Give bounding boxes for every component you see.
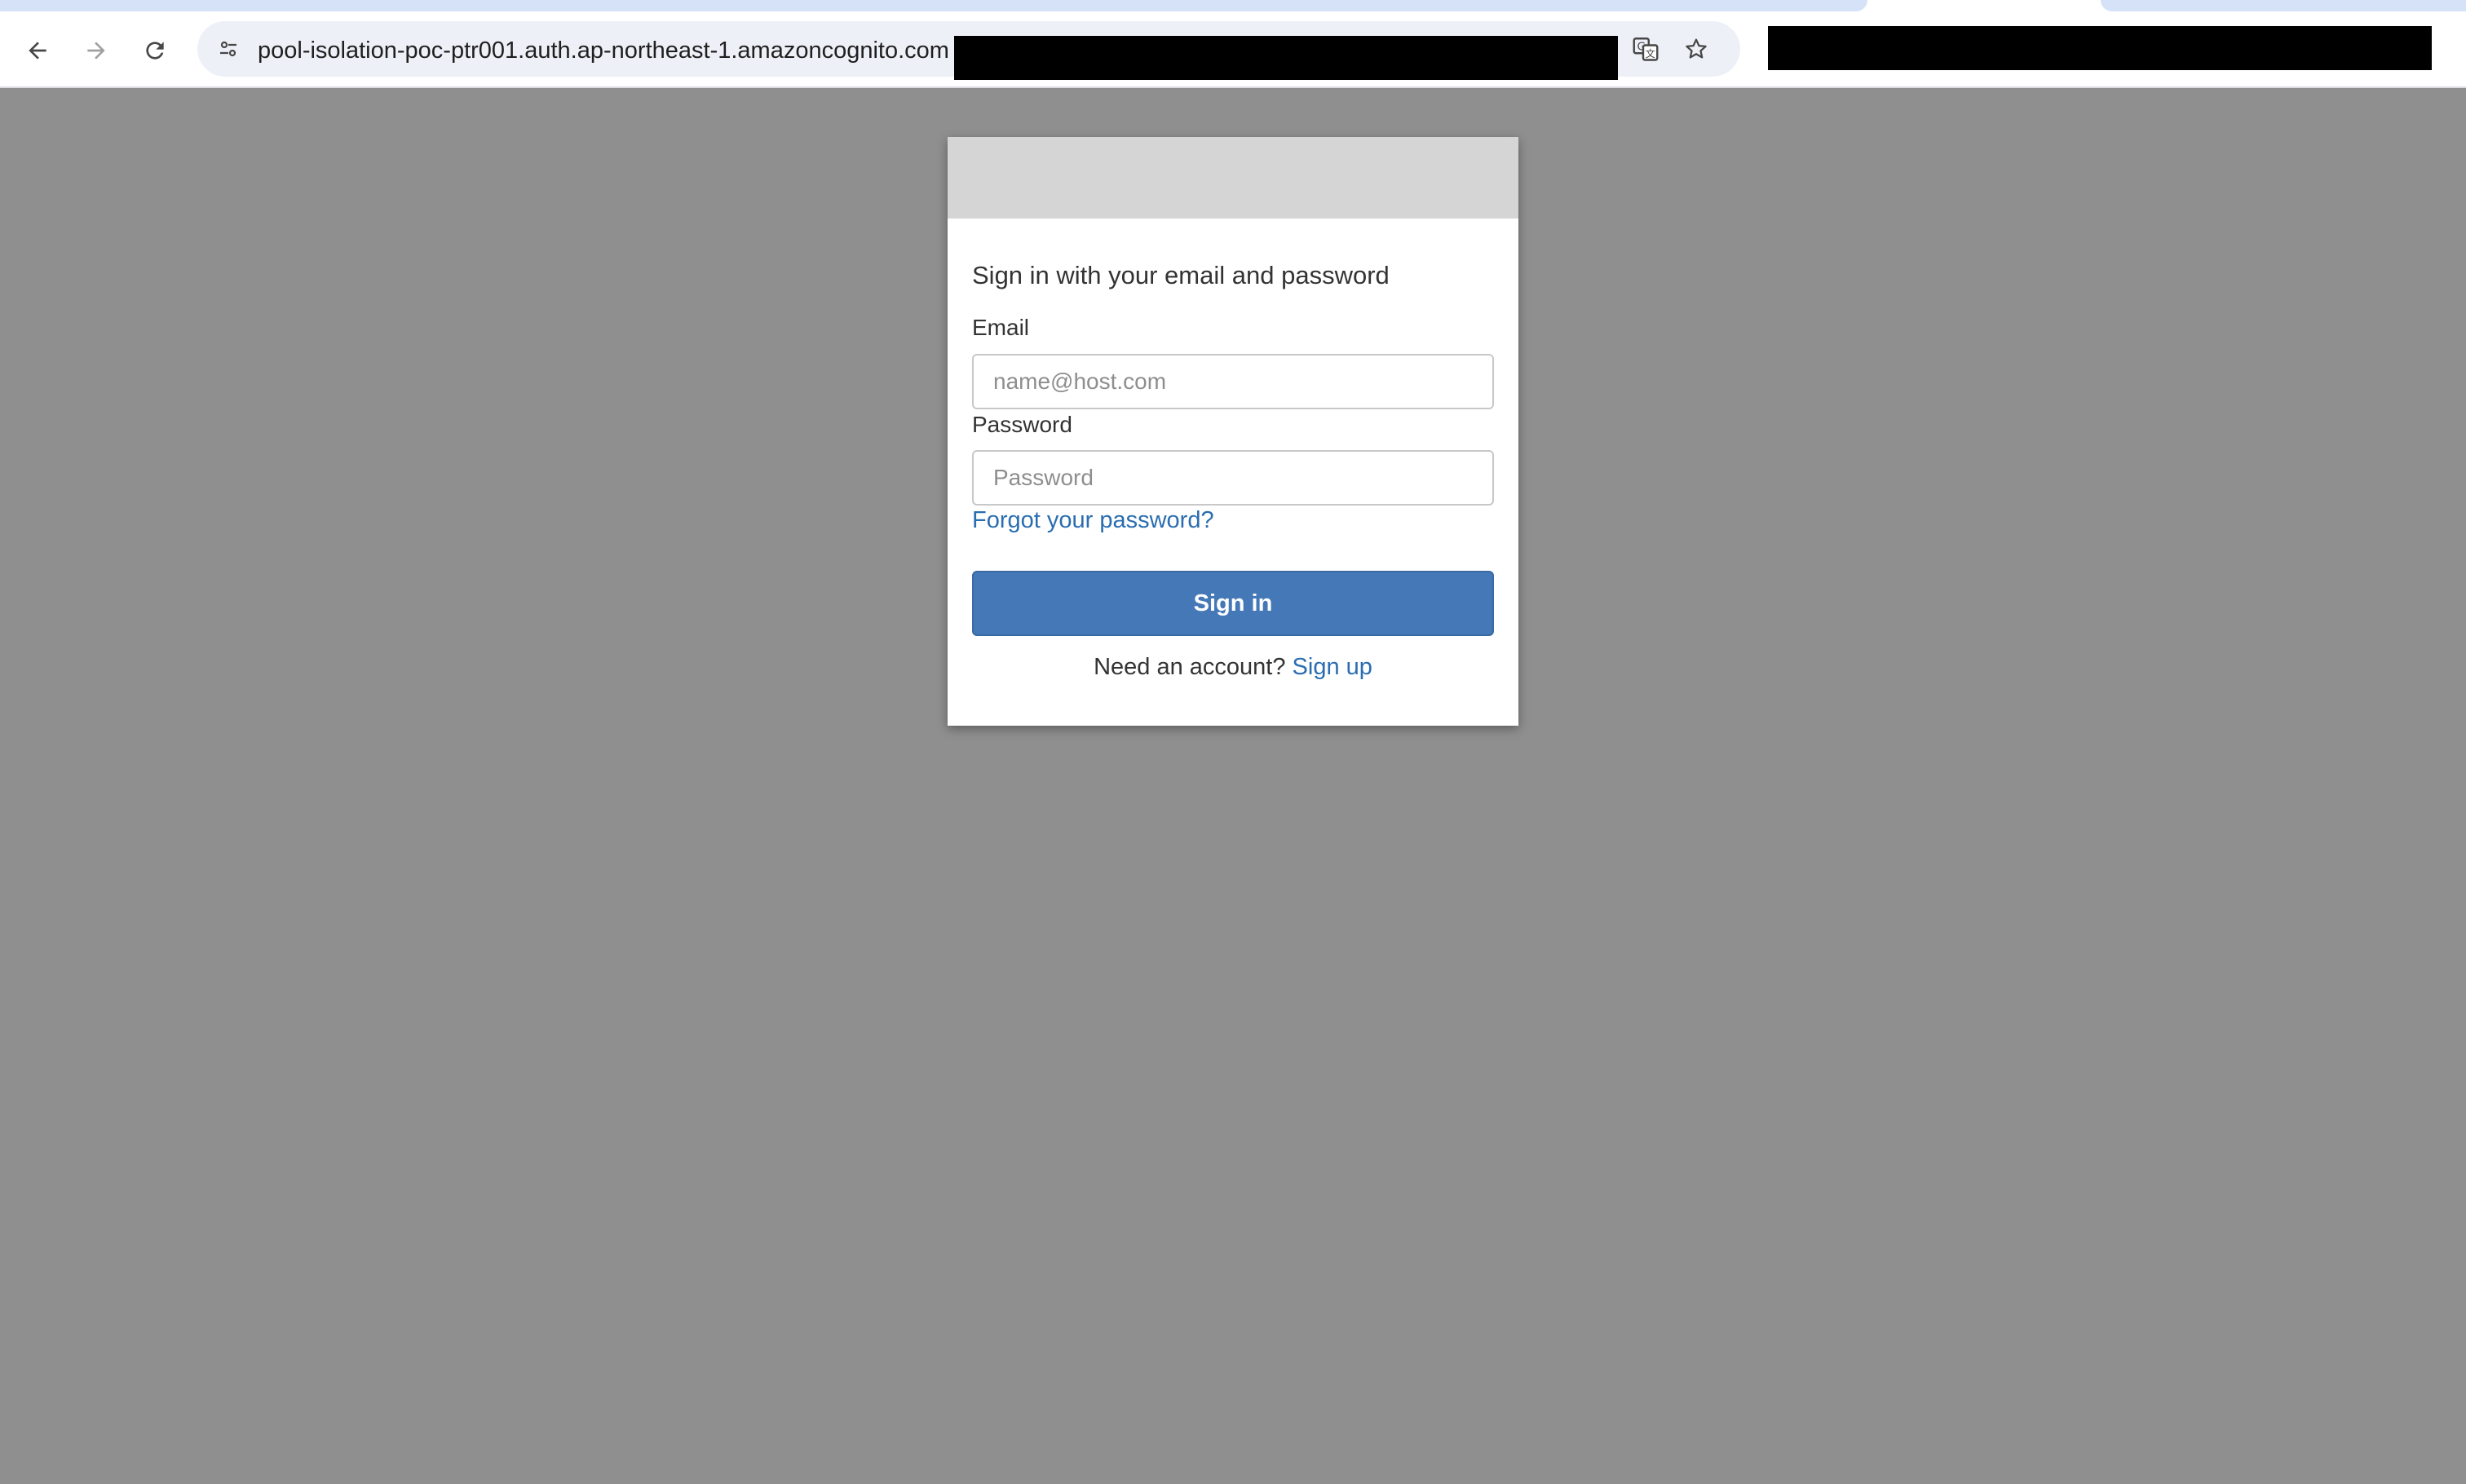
redacted-toolbar-block (1768, 26, 2432, 70)
tune-icon (220, 41, 236, 57)
translate-button[interactable]: G 文 (1629, 33, 1662, 65)
signup-row: Need an account? Sign up (972, 654, 1494, 681)
bookmark-button[interactable] (1680, 33, 1712, 65)
forgot-password-link[interactable]: Forgot your password? (972, 507, 1214, 534)
tab-strip (0, 0, 2466, 11)
address-bar[interactable]: pool-isolation-poc-ptr001.auth.ap-northe… (197, 21, 1740, 80)
arrow-left-icon (29, 42, 46, 60)
redacted-url-block (954, 36, 1618, 80)
browser-toolbar: pool-isolation-poc-ptr001.auth.ap-northe… (0, 11, 2466, 88)
password-input[interactable] (972, 450, 1494, 506)
arrow-right-icon (87, 42, 105, 60)
sign-up-link[interactable]: Sign up (1293, 654, 1372, 680)
reload-button[interactable] (137, 33, 173, 68)
card-banner (948, 137, 1518, 219)
signup-prompt: Need an account? (1094, 654, 1286, 680)
email-input[interactable] (972, 354, 1494, 409)
inactive-tab-right[interactable] (2101, 0, 2466, 11)
inactive-tab-left[interactable] (0, 0, 1867, 11)
translate-icon: G 文 (1633, 38, 1659, 61)
reload-icon (146, 42, 164, 60)
sign-in-button[interactable]: Sign in (972, 571, 1494, 636)
signin-heading: Sign in with your email and password (972, 261, 1390, 289)
email-label: Email (972, 315, 1030, 340)
star-icon (1686, 38, 1707, 59)
forward-button[interactable] (78, 33, 114, 68)
svg-text:文: 文 (1646, 47, 1655, 60)
back-button[interactable] (20, 33, 55, 68)
password-label: Password (972, 412, 1072, 437)
site-info-button[interactable] (210, 31, 246, 67)
